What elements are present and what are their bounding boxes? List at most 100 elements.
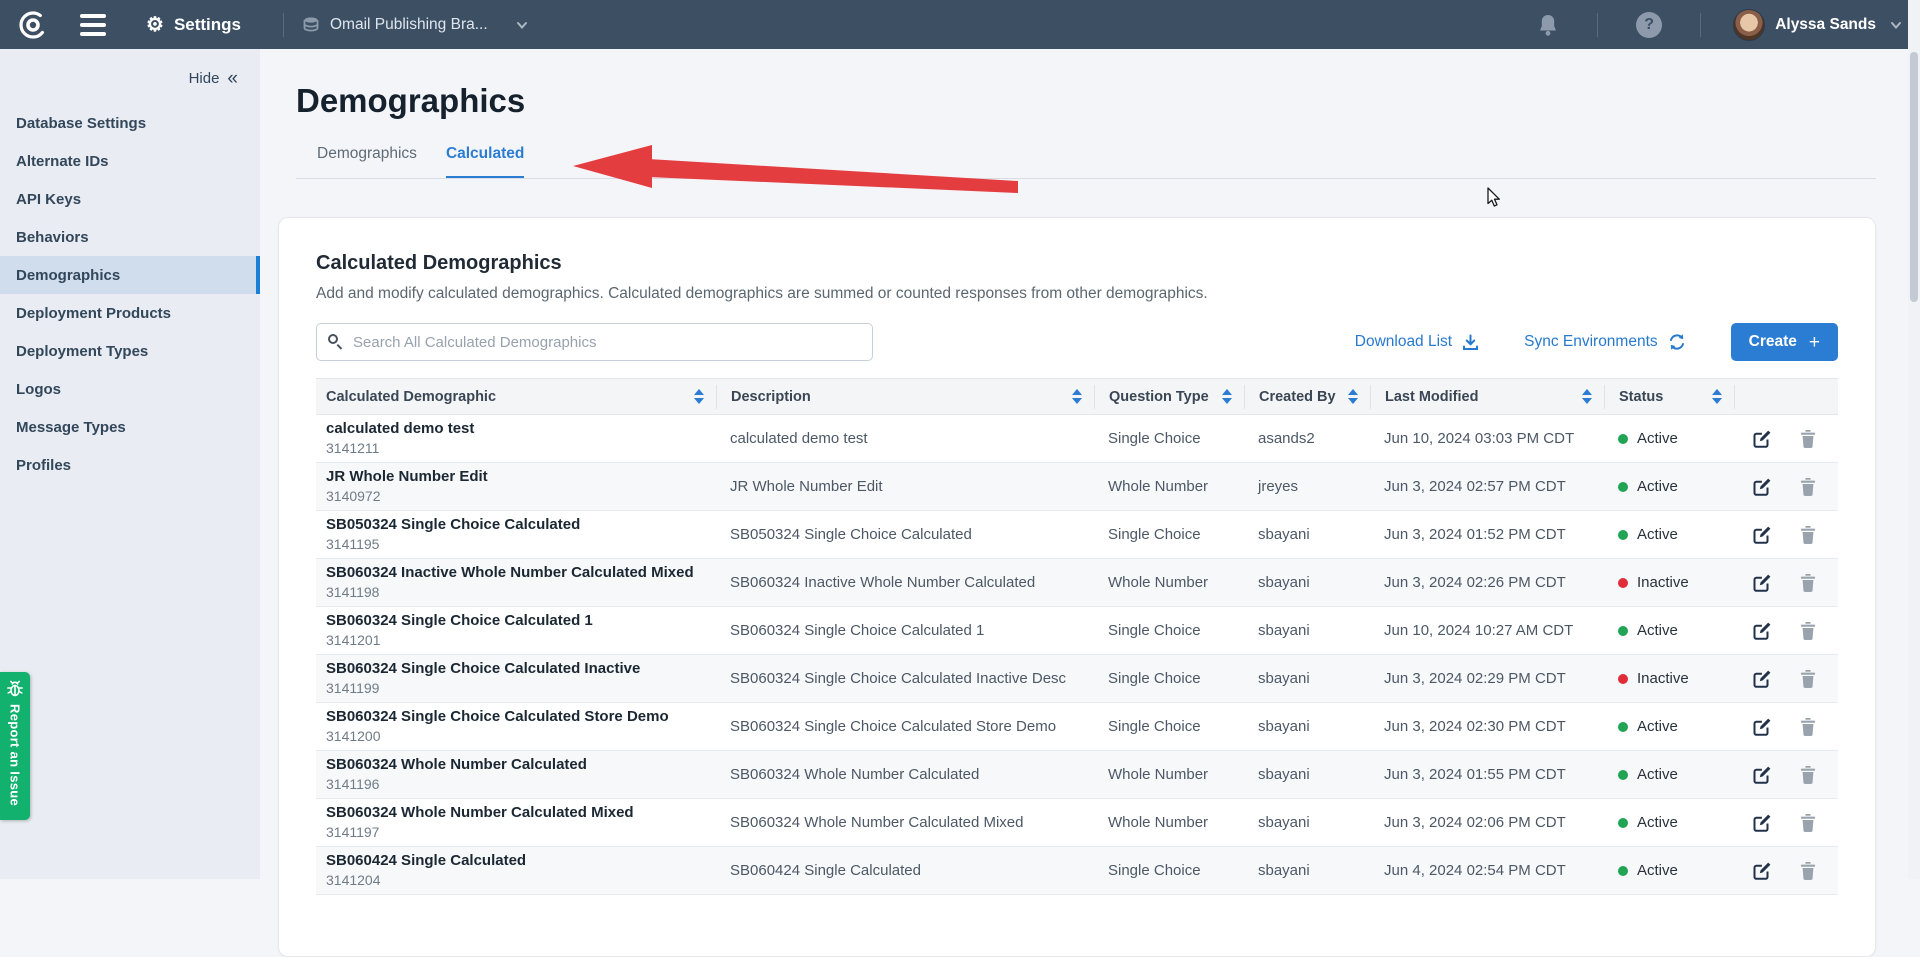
table-row[interactable]: SB060324 Single Choice Calculated Inacti…: [316, 655, 1838, 703]
settings-nav[interactable]: ⚙ Settings: [146, 15, 241, 35]
trash-icon[interactable]: [1798, 573, 1818, 593]
status-badge: Active: [1637, 526, 1678, 543]
report-issue-button[interactable]: Report an Issue: [0, 672, 30, 820]
sidebar-item-database-settings[interactable]: Database Settings: [0, 104, 260, 142]
table-row[interactable]: SB060324 Inactive Whole Number Calculate…: [316, 559, 1838, 607]
table-row[interactable]: calculated demo test 3141211 calculated …: [316, 415, 1838, 463]
column-header-created-by[interactable]: Created By: [1244, 385, 1370, 409]
sort-icon[interactable]: [1348, 389, 1358, 404]
help-button[interactable]: ?: [1636, 12, 1662, 38]
app-logo-icon[interactable]: [16, 8, 50, 42]
sidebar-hide-button[interactable]: Hide «: [0, 49, 260, 94]
sort-icon[interactable]: [694, 389, 704, 404]
database-selector[interactable]: Omail Publishing Bra...: [302, 16, 528, 34]
sidebar-item-profiles[interactable]: Profiles: [0, 446, 260, 484]
column-header-last-modified[interactable]: Last Modified: [1370, 385, 1604, 409]
description-cell: SB060324 Whole Number Calculated: [716, 766, 1094, 783]
edit-icon[interactable]: [1752, 573, 1772, 593]
scrollbar-track[interactable]: [1908, 0, 1920, 879]
sidebar-item-logos[interactable]: Logos: [0, 370, 260, 408]
column-header-description[interactable]: Description: [716, 385, 1094, 409]
create-button[interactable]: Create +: [1731, 323, 1838, 361]
edit-icon[interactable]: [1752, 765, 1772, 785]
sidebar-item-message-types[interactable]: Message Types: [0, 408, 260, 446]
sort-icon[interactable]: [1712, 389, 1722, 404]
help-icon: ?: [1636, 12, 1662, 38]
row-id: 3141200: [326, 728, 704, 746]
sort-icon[interactable]: [1582, 389, 1592, 404]
download-list-button[interactable]: Download List: [1355, 333, 1480, 352]
question-type-cell: Whole Number: [1094, 478, 1244, 495]
edit-icon[interactable]: [1752, 525, 1772, 545]
row-name: SB060324 Single Choice Calculated Inacti…: [326, 660, 704, 679]
table-row[interactable]: SB060324 Single Choice Calculated Store …: [316, 703, 1838, 751]
edit-icon[interactable]: [1752, 813, 1772, 833]
column-header-calculated-demographic[interactable]: Calculated Demographic: [316, 385, 716, 409]
status-cell: Inactive: [1604, 670, 1734, 687]
download-list-label: Download List: [1355, 333, 1452, 351]
trash-icon[interactable]: [1798, 765, 1818, 785]
trash-icon[interactable]: [1798, 717, 1818, 737]
trash-icon[interactable]: [1798, 813, 1818, 833]
sort-icon[interactable]: [1222, 389, 1232, 404]
hamburger-menu-icon[interactable]: [80, 14, 106, 36]
row-actions: [1734, 621, 1838, 641]
row-name: SB060324 Inactive Whole Number Calculate…: [326, 564, 704, 583]
sidebar-item-demographics[interactable]: Demographics: [0, 256, 260, 294]
sidebar-item-deployment-products[interactable]: Deployment Products: [0, 294, 260, 332]
row-id: 3141198: [326, 584, 704, 602]
tab-demographics[interactable]: Demographics: [317, 145, 417, 179]
column-header-status[interactable]: Status: [1604, 385, 1734, 409]
calculated-demographic-cell: SB060424 Single Calculated 3141204: [316, 852, 716, 889]
table-row[interactable]: SB060324 Whole Number Calculated Mixed 3…: [316, 799, 1838, 847]
plus-icon: +: [1809, 333, 1820, 352]
trash-icon[interactable]: [1798, 861, 1818, 881]
scrollbar-thumb[interactable]: [1910, 52, 1918, 302]
status-badge: Inactive: [1637, 574, 1689, 591]
table-row[interactable]: SB060324 Whole Number Calculated 3141196…: [316, 751, 1838, 799]
sort-icon[interactable]: [1072, 389, 1082, 404]
description-cell: calculated demo test: [716, 430, 1094, 447]
created-by-cell: sbayani: [1244, 718, 1370, 735]
sidebar-item-deployment-types[interactable]: Deployment Types: [0, 332, 260, 370]
sidebar-item-api-keys[interactable]: API Keys: [0, 180, 260, 218]
table-row[interactable]: JR Whole Number Edit 3140972 JR Whole Nu…: [316, 463, 1838, 511]
last-modified-cell: Jun 10, 2024 03:03 PM CDT: [1370, 430, 1604, 447]
sidebar-item-behaviors[interactable]: Behaviors: [0, 218, 260, 256]
row-name: SB060324 Whole Number Calculated: [326, 756, 704, 775]
edit-icon[interactable]: [1752, 669, 1772, 689]
status-badge: Active: [1637, 430, 1678, 447]
calculated-demographic-cell: SB050324 Single Choice Calculated 314119…: [316, 516, 716, 553]
trash-icon[interactable]: [1798, 477, 1818, 497]
report-issue-label: Report an Issue: [8, 704, 23, 806]
edit-icon[interactable]: [1752, 621, 1772, 641]
table-row[interactable]: SB060324 Single Choice Calculated 1 3141…: [316, 607, 1838, 655]
table-row[interactable]: SB050324 Single Choice Calculated 314119…: [316, 511, 1838, 559]
edit-icon[interactable]: [1752, 861, 1772, 881]
table-row[interactable]: SB060424 Single Calculated 3141204 SB060…: [316, 847, 1838, 895]
search-input[interactable]: [316, 323, 873, 361]
edit-icon[interactable]: [1752, 429, 1772, 449]
last-modified-cell: Jun 3, 2024 02:26 PM CDT: [1370, 574, 1604, 591]
trash-icon[interactable]: [1798, 525, 1818, 545]
user-menu[interactable]: Alyssa Sands: [1733, 9, 1902, 41]
row-actions: [1734, 717, 1838, 737]
status-badge: Active: [1637, 814, 1678, 831]
trash-icon[interactable]: [1798, 429, 1818, 449]
tab-calculated[interactable]: Calculated: [446, 145, 524, 179]
card-heading: Calculated Demographics: [316, 252, 1838, 275]
edit-icon[interactable]: [1752, 717, 1772, 737]
trash-icon[interactable]: [1798, 621, 1818, 641]
sync-environments-button[interactable]: Sync Environments: [1524, 332, 1687, 352]
edit-icon[interactable]: [1752, 477, 1772, 497]
status-cell: Active: [1604, 478, 1734, 495]
row-name: SB060424 Single Calculated: [326, 852, 704, 871]
main-content: Demographics Demographics Calculated Cal…: [260, 49, 1920, 879]
trash-icon[interactable]: [1798, 669, 1818, 689]
settings-label: Settings: [174, 15, 241, 35]
notifications-button[interactable]: [1537, 13, 1559, 37]
question-type-cell: Single Choice: [1094, 718, 1244, 735]
column-header-question-type[interactable]: Question Type: [1094, 385, 1244, 409]
sidebar-item-alternate-ids[interactable]: Alternate IDs: [0, 142, 260, 180]
topbar-divider: [283, 13, 284, 37]
